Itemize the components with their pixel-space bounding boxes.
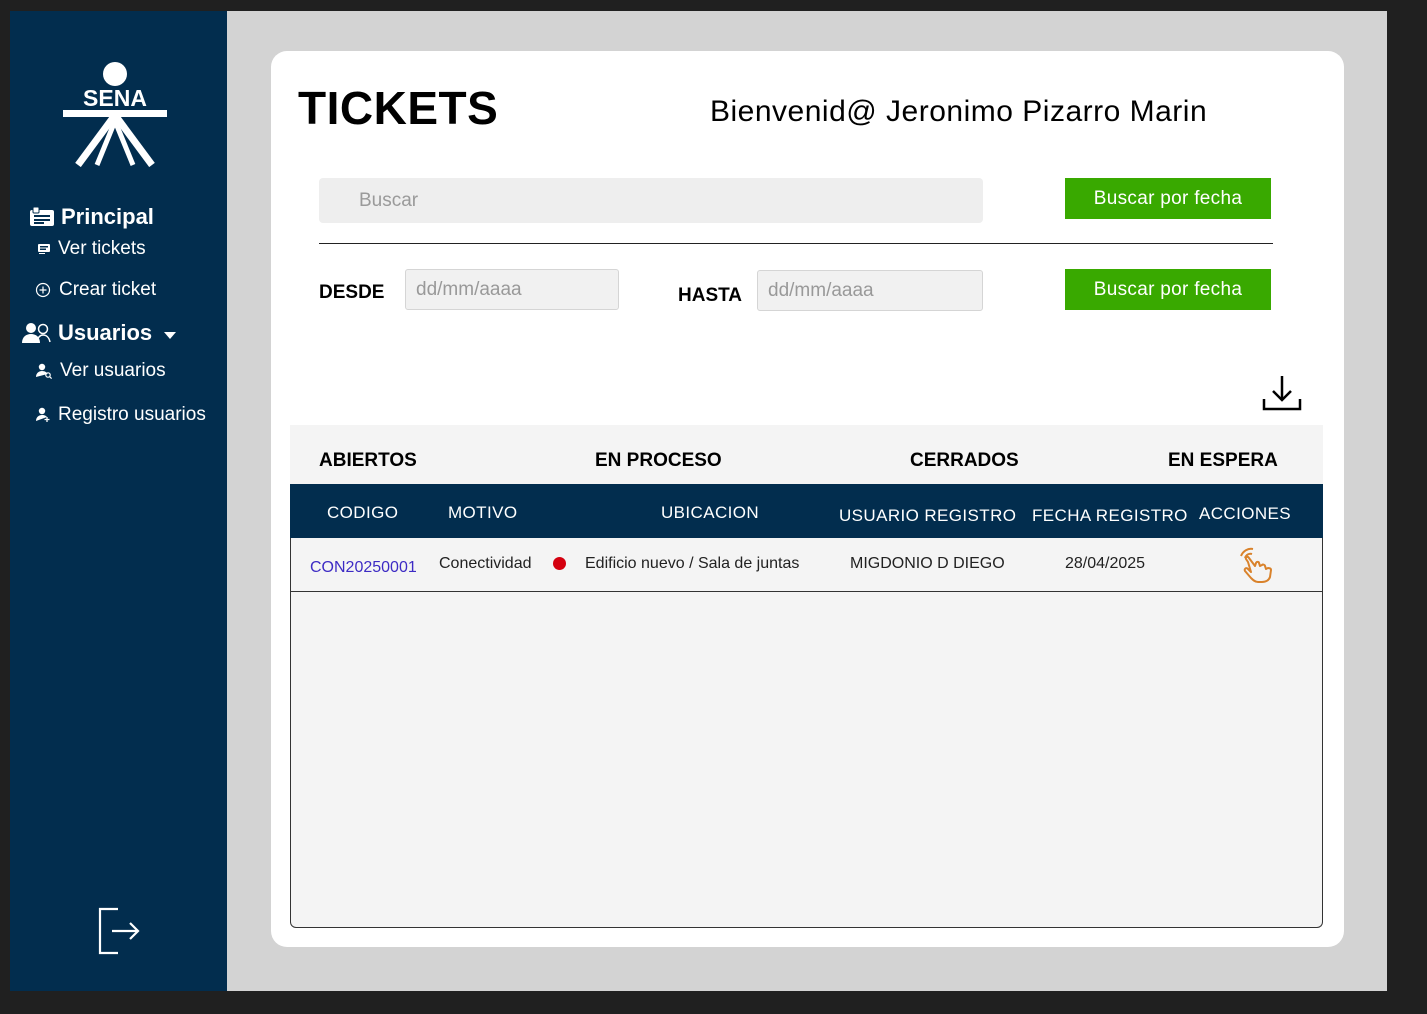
column-header-motivo[interactable]: MOTIVO: [448, 503, 517, 523]
status-dot: [553, 557, 566, 570]
ticket-fecha: 28/04/2025: [1065, 555, 1146, 572]
users-icon: [22, 322, 52, 344]
logout-icon[interactable]: [98, 907, 140, 955]
download-icon[interactable]: [1262, 374, 1302, 412]
column-header-usuario-registro[interactable]: USUARIO REGISTRO: [839, 506, 1016, 526]
nav-section-usuarios[interactable]: Usuarios: [22, 320, 177, 346]
ticket-list-icon: [29, 207, 55, 227]
sidebar: SENA Principal Ver tickets Crear ticket: [10, 11, 227, 991]
column-header-fecha-registro[interactable]: FECHA REGISTRO: [1032, 506, 1188, 526]
ticket-usuario: MIGDONIO D DIEGO: [850, 555, 1005, 572]
to-date-input[interactable]: dd/mm/aaaa: [757, 270, 983, 311]
search-input[interactable]: [319, 178, 983, 223]
table-row[interactable]: CON20250001 Conectividad Edificio nuevo …: [291, 538, 1322, 592]
divider: [319, 243, 1273, 244]
tickets-table: CODIGO MOTIVO UBICACION USUARIO REGISTRO…: [290, 484, 1323, 928]
column-header-acciones: ACCIONES: [1199, 504, 1291, 523]
status-tabs: ABIERTOS EN PROCESO CERRADOS EN ESPERA: [290, 425, 1323, 484]
table-header: CODIGO MOTIVO UBICACION USUARIO REGISTRO…: [290, 484, 1323, 538]
sidebar-item-crear-ticket-label: Crear ticket: [59, 279, 157, 300]
hand-pointer-icon[interactable]: [1235, 546, 1275, 584]
sidebar-item-registro-usuarios-label: Registro usuarios: [58, 404, 206, 425]
ticket-icon: [38, 244, 50, 254]
nav-section-usuarios-label: Usuarios: [58, 320, 153, 345]
sena-logo: SENA: [63, 62, 167, 167]
sidebar-item-ver-usuarios[interactable]: Ver usuarios: [36, 360, 166, 382]
tab-abiertos[interactable]: ABIERTOS: [319, 450, 417, 472]
sidebar-item-ver-tickets[interactable]: Ver tickets: [38, 238, 146, 260]
from-label: DESDE: [319, 282, 385, 303]
user-add-icon: [36, 407, 50, 423]
search-by-date-button-top[interactable]: Buscar por fecha: [1065, 178, 1271, 219]
tab-en-espera[interactable]: EN ESPERA: [1168, 450, 1278, 472]
ticket-code-link[interactable]: CON20250001: [310, 559, 417, 577]
sidebar-item-registro-usuarios[interactable]: Registro usuarios: [36, 404, 206, 426]
search-by-date-button[interactable]: Buscar por fecha: [1065, 269, 1271, 310]
ticket-motivo: Conectividad: [439, 555, 532, 572]
column-header-codigo[interactable]: CODIGO: [327, 503, 398, 523]
svg-text:SENA: SENA: [83, 85, 147, 111]
tab-en-proceso[interactable]: EN PROCESO: [595, 450, 722, 472]
plus-circle-icon: [35, 282, 51, 298]
column-header-ubicacion[interactable]: UBICACION: [661, 503, 759, 523]
sidebar-item-crear-ticket[interactable]: Crear ticket: [35, 279, 156, 301]
ticket-ubicacion: Edificio nuevo / Sala de juntas: [585, 555, 800, 572]
nav-section-principal[interactable]: Principal: [29, 204, 154, 230]
app-window: SENA Principal Ver tickets Crear ticket: [10, 11, 1387, 991]
tab-cerrados[interactable]: CERRADOS: [910, 450, 1019, 472]
from-date-input[interactable]: dd/mm/aaaa: [405, 269, 619, 310]
page-title: TICKETS: [298, 82, 499, 134]
sidebar-item-ver-tickets-label: Ver tickets: [58, 238, 146, 259]
tickets-panel: TICKETS Bienvenid@ Jeronimo Pizarro Mari…: [271, 51, 1344, 947]
to-label: HASTA: [678, 285, 743, 306]
sidebar-item-ver-usuarios-label: Ver usuarios: [60, 360, 166, 381]
caret-down-icon[interactable]: [164, 332, 177, 340]
nav-section-principal-label: Principal: [61, 204, 154, 229]
user-search-icon: [36, 363, 52, 379]
welcome-message: Bienvenid@ Jeronimo Pizarro Marin: [710, 95, 1208, 128]
